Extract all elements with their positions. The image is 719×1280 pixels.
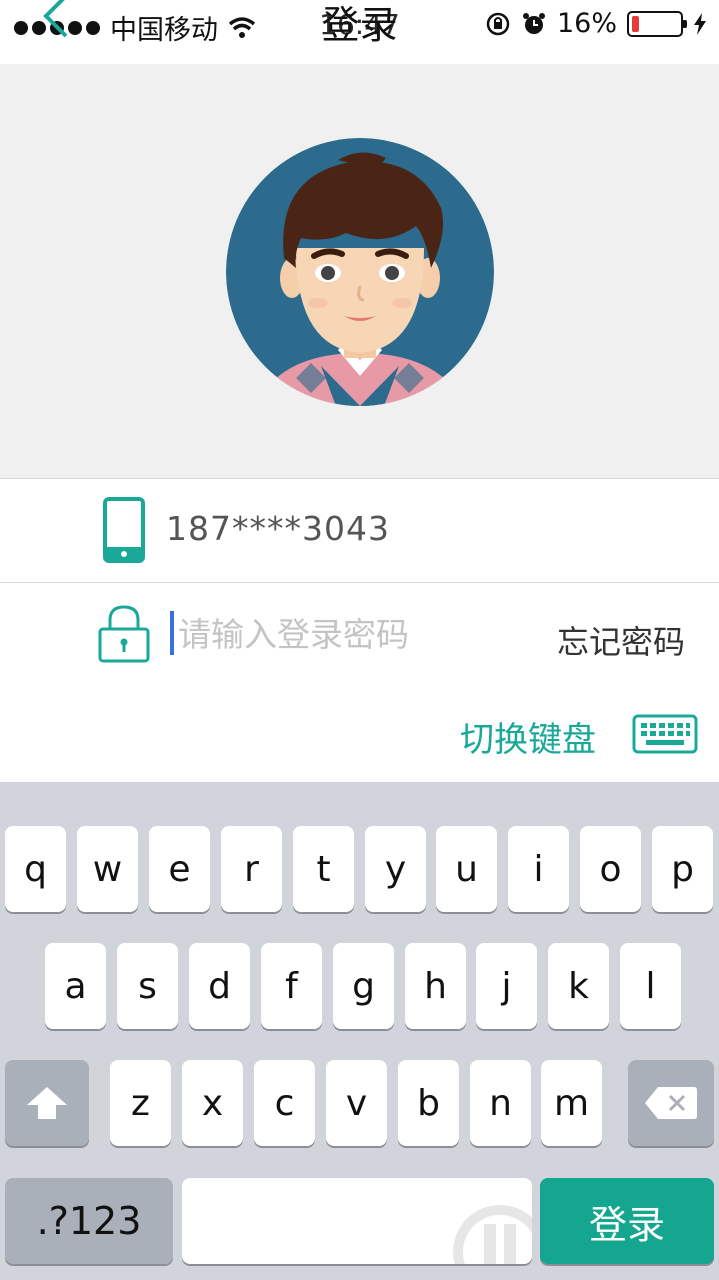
key-d[interactable]: d <box>189 943 250 1029</box>
avatar-area <box>0 64 719 478</box>
status-bar: 中国移动 16:47 登录 16% <box>0 0 719 64</box>
avatar[interactable] <box>226 138 494 406</box>
rotation-lock-icon <box>486 12 510 35</box>
text-cursor <box>170 611 174 655</box>
watermark-logo <box>453 1205 532 1264</box>
keyboard-icon[interactable] <box>632 714 698 754</box>
key-p[interactable]: p <box>652 826 713 912</box>
key-u[interactable]: u <box>436 826 497 912</box>
key-b[interactable]: b <box>398 1060 459 1146</box>
switch-keyboard-row[interactable]: 切换键盘 <box>0 686 719 782</box>
key-s[interactable]: s <box>117 943 178 1029</box>
key-k[interactable]: k <box>548 943 609 1029</box>
on-screen-keyboard: .?123 登录 qwertyuiop asdfghjkl zxcvbnm <box>0 782 719 1280</box>
phone-number: 187****3043 <box>166 509 390 548</box>
phone-row: 187****3043 <box>0 478 719 582</box>
key-r[interactable]: r <box>221 826 282 912</box>
backspace-key[interactable] <box>628 1060 714 1146</box>
lock-icon <box>98 605 150 663</box>
battery-percent: 16% <box>556 8 617 39</box>
delete-icon <box>645 1087 697 1119</box>
key-m[interactable]: m <box>541 1060 602 1146</box>
key-h[interactable]: h <box>405 943 466 1029</box>
battery-icon <box>627 10 687 37</box>
key-f[interactable]: f <box>261 943 322 1029</box>
key-a[interactable]: a <box>45 943 106 1029</box>
key-e[interactable]: e <box>149 826 210 912</box>
key-c[interactable]: c <box>254 1060 315 1146</box>
key-w[interactable]: w <box>77 826 138 912</box>
space-key[interactable] <box>182 1178 532 1264</box>
switch-keyboard-label[interactable]: 切换键盘 <box>460 712 596 761</box>
forgot-password-link[interactable]: 忘记密码 <box>557 617 685 663</box>
key-l[interactable]: l <box>620 943 681 1029</box>
alarm-icon <box>522 12 545 34</box>
status-right: 16% <box>485 8 707 39</box>
key-j[interactable]: j <box>476 943 537 1029</box>
key-y[interactable]: y <box>365 826 426 912</box>
password-row: 忘记密码 <box>0 582 719 687</box>
key-t[interactable]: t <box>293 826 354 912</box>
charging-bolt-icon <box>694 12 706 35</box>
number-mode-key[interactable]: .?123 <box>5 1178 173 1264</box>
key-o[interactable]: o <box>580 826 641 912</box>
password-input[interactable] <box>178 609 518 659</box>
key-q[interactable]: q <box>5 826 66 912</box>
battery-level <box>632 15 639 32</box>
login-submit-key[interactable]: 登录 <box>540 1178 714 1264</box>
key-z[interactable]: z <box>110 1060 171 1146</box>
key-i[interactable]: i <box>508 826 569 912</box>
key-g[interactable]: g <box>333 943 394 1029</box>
shift-arrow-icon <box>27 1087 67 1119</box>
shift-key[interactable] <box>5 1060 89 1146</box>
mobile-phone-icon <box>103 497 145 563</box>
key-n[interactable]: n <box>470 1060 531 1146</box>
key-v[interactable]: v <box>326 1060 387 1146</box>
key-x[interactable]: x <box>182 1060 243 1146</box>
